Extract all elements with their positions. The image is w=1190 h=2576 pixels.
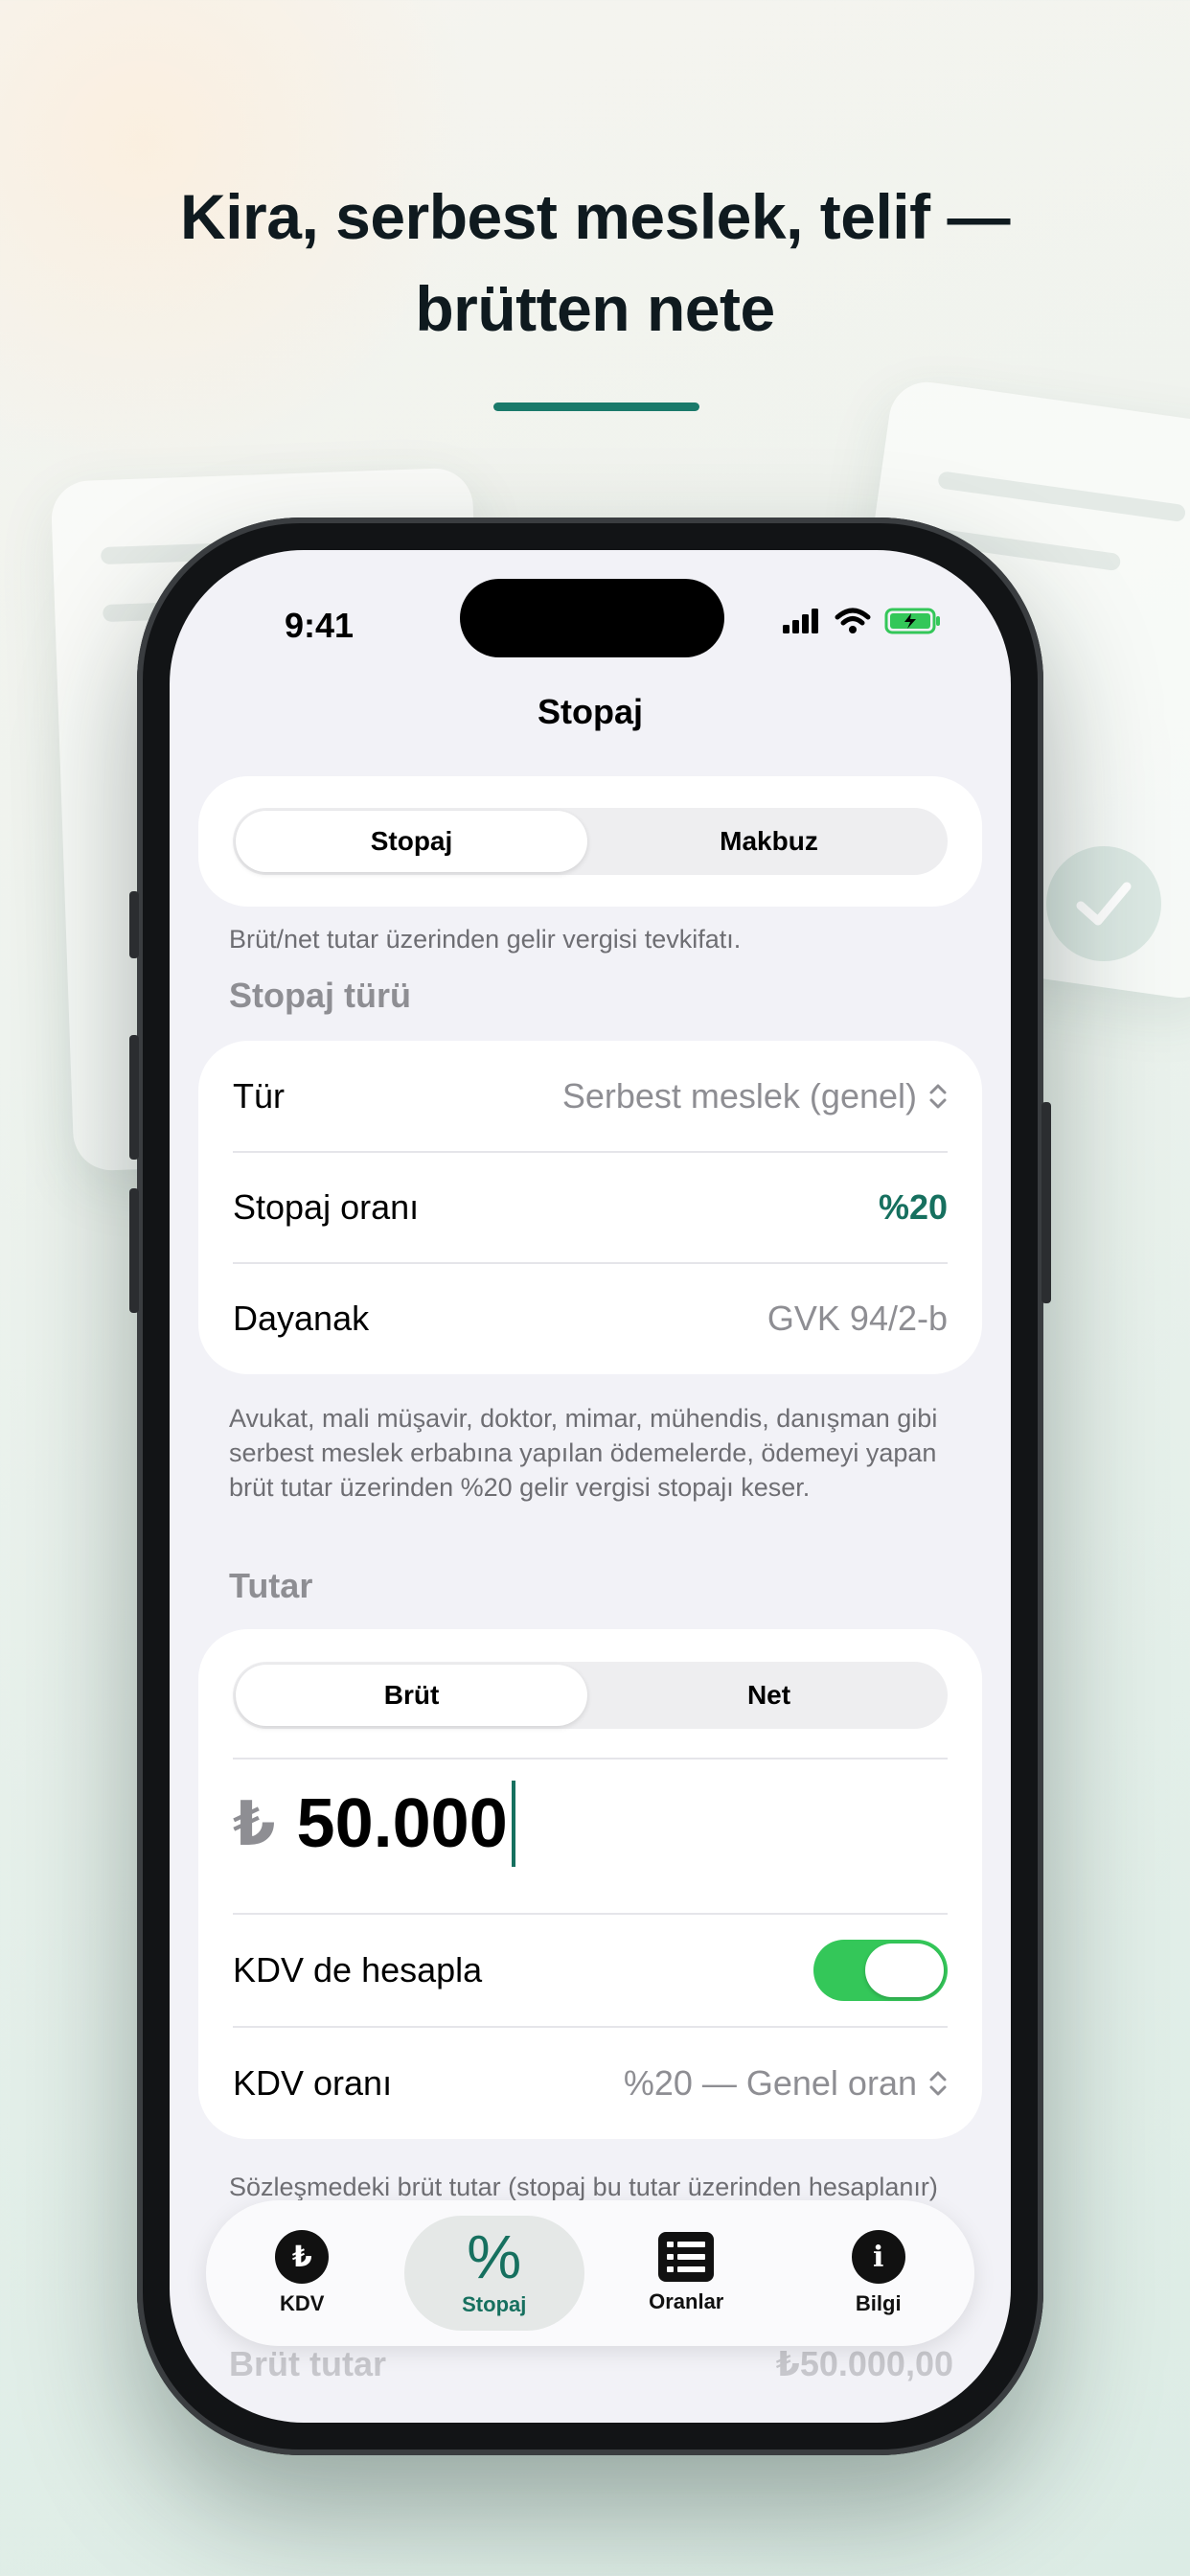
mode-card: Stopaj Makbuz [198,776,982,907]
rate-row: Stopaj oranı %20 [233,1152,948,1263]
tab-oranlar[interactable]: Oranlar [596,2216,777,2331]
tab-bar: ₺ KDV % Stopaj Oranlar i Bilgi [206,2200,974,2346]
tab-stopaj[interactable]: % Stopaj [403,2216,584,2331]
type-description: Avukat, mali müşavir, doktor, mimar, müh… [229,1404,938,1502]
vat-toggle-label: KDV de hesapla [233,1950,483,1990]
currency-symbol: ₺ [233,1788,276,1858]
result-row-peek: Brüt tutar ₺50.000,00 [229,2344,953,2384]
basis-value: GVK 94/2-b [767,1299,948,1338]
phone-frame: 9:41 Stopaj Stopaj Makbuz Brüt/net tutar… [129,518,1051,2455]
tab-stopaj-label: Stopaj [462,2292,527,2316]
segment-stopaj[interactable]: Stopaj [236,811,587,872]
status-icons [783,608,942,634]
section-header-amount: Tutar [229,1566,313,1605]
chevron-up-down-icon [929,1084,947,1109]
vat-rate-value: %20 — Genel oran [623,2063,917,2103]
basis-row: Dayanak GVK 94/2-b [233,1263,948,1374]
vat-toggle-switch[interactable] [813,1940,948,2001]
cellular-signal-icon [783,609,818,633]
vat-rate-picker[interactable]: %20 — Genel oran [624,2063,948,2104]
tab-kdv[interactable]: ₺ KDV [212,2216,393,2331]
mode-segmented-control[interactable]: Stopaj Makbuz [233,808,948,875]
amount-value: 50.000 [296,1785,508,1862]
vat-rate-row[interactable]: KDV oranı %20 — Genel oran [233,2028,948,2139]
text-caret [511,1781,515,1867]
mode-caption: Brüt/net tutar üzerinden gelir vergisi t… [229,925,742,954]
stopaj-type-card: Tür Serbest meslek (genel) Stopaj oranı … [198,1041,982,1374]
segment-gross[interactable]: Brüt [236,1665,587,1726]
rate-value: %20 [878,1187,948,1227]
vat-toggle-row: KDV de hesapla [233,1915,948,2026]
info-circle-icon: i [851,2230,905,2284]
amount-footnote: Sözleşmedeki brüt tutar (stopaj bu tutar… [229,2173,938,2201]
basis-label: Dayanak [233,1299,370,1338]
gross-net-segmented-control[interactable]: Brüt Net [233,1662,948,1729]
headline-accent-bar [493,402,699,411]
list-icon [658,2232,715,2282]
type-row[interactable]: Tür Serbest meslek (genel) [233,1041,948,1152]
segment-makbuz[interactable]: Makbuz [593,811,945,872]
chevron-up-down-icon [929,2071,947,2096]
type-label: Tür [233,1076,285,1116]
type-picker[interactable]: Serbest meslek (genel) [562,1076,948,1116]
tab-bilgi[interactable]: i Bilgi [789,2216,970,2331]
tab-bilgi-label: Bilgi [855,2291,902,2315]
segment-net[interactable]: Net [593,1665,945,1726]
wifi-icon [835,608,871,633]
amount-input[interactable]: ₺ 50.000 [233,1781,515,1867]
rate-label: Stopaj oranı [233,1187,420,1227]
status-time: 9:41 [285,606,355,645]
app-screen: 9:41 Stopaj Stopaj Makbuz Brüt/net tutar… [170,550,1011,2423]
background-check-icon [1046,846,1161,961]
headline-line-1: Kira, serbest meslek, telif — [180,181,1010,252]
headline: Kira, serbest meslek, telif — brütten ne… [0,171,1190,355]
tab-oranlar-label: Oranlar [649,2289,724,2313]
vat-rate-label: KDV oranı [233,2063,393,2103]
headline-line-2: brütten nete [415,273,775,344]
status-bar: 9:41 [170,550,1011,665]
page-title: Stopaj [537,692,643,731]
percent-icon: % [467,2222,522,2291]
type-value: Serbest meslek (genel) [561,1076,917,1116]
amount-card: Brüt Net ₺ 50.000 KDV de hesapla KDV ora… [198,1629,982,2139]
tab-kdv-label: KDV [280,2291,325,2315]
result-value: ₺50.000,00 [775,2344,953,2383]
battery-charging-icon [884,608,940,634]
dynamic-island [460,579,724,657]
result-label: Brüt tutar [229,2344,386,2383]
section-header-stopaj-type: Stopaj türü [229,976,411,1015]
lira-circle-icon: ₺ [275,2230,330,2284]
